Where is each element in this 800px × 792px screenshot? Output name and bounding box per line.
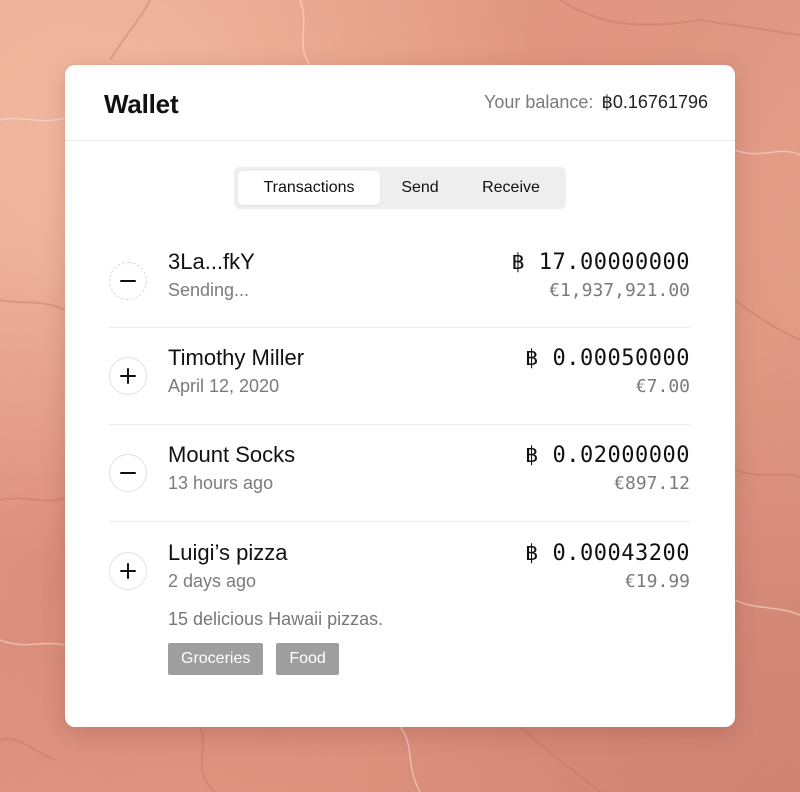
transaction-name: Luigi’s pizza — [168, 540, 288, 565]
transaction-status: Sending... — [168, 280, 250, 300]
transaction-amount: ฿ 0.00043200 — [525, 541, 690, 566]
transaction-row[interactable]: 3La...fkY Sending... ฿ 17.00000000 €1,93… — [109, 237, 690, 328]
wallet-title: Wallet — [104, 89, 179, 119]
transaction-date: April 12, 2020 — [168, 376, 280, 396]
transaction-list: 3La...fkY Sending... ฿ 17.00000000 €1,93… — [109, 237, 690, 692]
transaction-date: 13 hours ago — [168, 473, 274, 493]
plus-icon — [109, 357, 147, 395]
tag-groceries[interactable]: Groceries — [168, 643, 264, 675]
balance: Your balance: ฿0.16761796 — [484, 92, 708, 113]
transaction-fiat: €19.99 — [624, 571, 690, 592]
transaction-row[interactable]: Luigi’s pizza 2 days ago ฿ 0.00043200 €1… — [109, 522, 690, 692]
wallet-header: Wallet Your balance: ฿0.16761796 — [65, 65, 735, 141]
tab-transactions[interactable]: Transactions — [238, 171, 380, 205]
plus-icon — [109, 552, 147, 590]
transaction-name: 3La...fkY — [168, 249, 255, 274]
transaction-amount: ฿ 17.00000000 — [511, 250, 690, 275]
tag-food[interactable]: Food — [276, 643, 339, 675]
balance-label: Your balance: — [484, 92, 594, 112]
transaction-amount: ฿ 0.00050000 — [525, 346, 690, 371]
tab-send[interactable]: Send — [380, 171, 460, 205]
transaction-name: Timothy Miller — [168, 345, 305, 370]
transaction-description: 15 delicious Hawaii pizzas. — [168, 609, 384, 629]
transaction-fiat: €897.12 — [614, 473, 690, 494]
transaction-fiat: €7.00 — [635, 376, 690, 397]
tab-bar: Transactions Send Receive — [234, 167, 566, 209]
balance-value: ฿0.16761796 — [601, 92, 708, 112]
tag-list: Groceries Food — [168, 643, 339, 675]
transaction-name: Mount Socks — [168, 442, 296, 467]
transaction-row[interactable]: Mount Socks 13 hours ago ฿ 0.02000000 €8… — [109, 425, 690, 522]
transaction-fiat: €1,937,921.00 — [549, 280, 690, 301]
tab-receive[interactable]: Receive — [460, 171, 562, 205]
transaction-date: 2 days ago — [168, 571, 257, 591]
transaction-row[interactable]: Timothy Miller April 12, 2020 ฿ 0.000500… — [109, 328, 690, 425]
wallet-card: Wallet Your balance: ฿0.16761796 Transact… — [65, 65, 735, 727]
minus-icon — [109, 454, 147, 492]
minus-icon — [109, 262, 147, 300]
transaction-amount: ฿ 0.02000000 — [525, 443, 690, 468]
